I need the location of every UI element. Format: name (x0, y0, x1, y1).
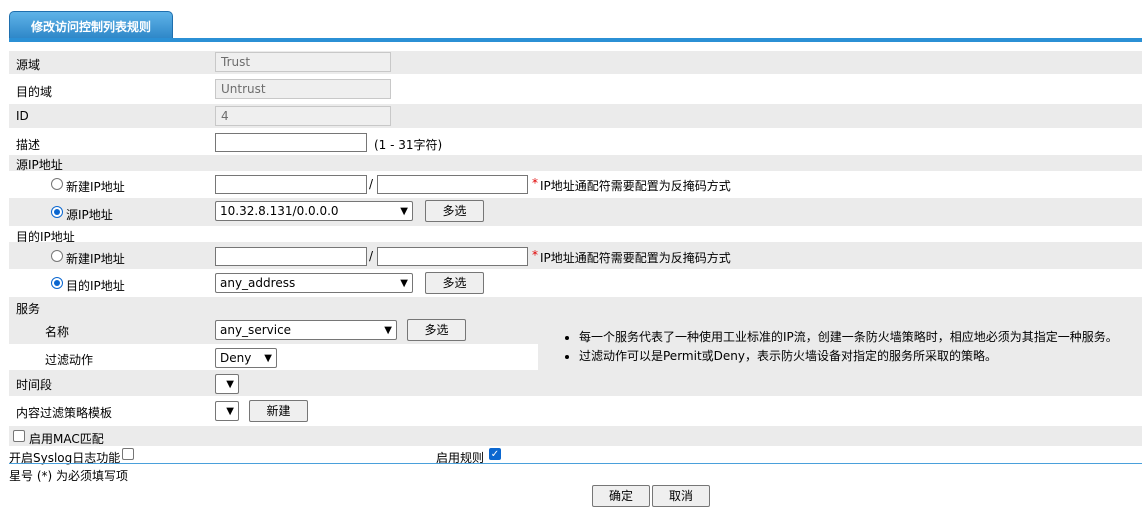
dst-ip-slash: / (369, 249, 374, 263)
dst-ip-existing-radio[interactable] (51, 277, 63, 289)
chevron-down-icon: ▼ (400, 206, 408, 217)
required-note: 星号 (*) 为必须填写项 (9, 469, 128, 483)
ok-button[interactable]: 确定 (592, 485, 650, 507)
desc-label: 描述 (16, 138, 41, 152)
src-zone-label: 源域 (16, 58, 41, 72)
chevron-down-icon: ▼ (226, 379, 234, 390)
dst-zone-field: Untrust (215, 79, 391, 99)
src-ip-address-input[interactable] (215, 175, 367, 194)
dst-ip-existing-label: 目的IP地址 (66, 279, 125, 293)
page-tab[interactable]: 修改访问控制列表规则 (9, 11, 173, 40)
tab-underline (9, 38, 1142, 42)
id-row: ID (9, 104, 1142, 128)
time-range-label: 时间段 (16, 378, 53, 392)
id-field: 4 (215, 106, 391, 126)
filter-action-label: 过滤动作 (45, 353, 94, 367)
src-ip-wildcard-input[interactable] (377, 175, 528, 194)
content-filter-new-button[interactable]: 新建 (249, 400, 308, 422)
dst-ip-wildcard-input[interactable] (377, 247, 528, 266)
src-ip-multi-button[interactable]: 多选 (425, 200, 484, 222)
chevron-down-icon: ▼ (400, 278, 408, 289)
cancel-button[interactable]: 取消 (652, 485, 710, 507)
mac-match-label: 启用MAC匹配 (29, 432, 104, 446)
time-range-row: 时间段 (9, 370, 1142, 396)
dst-ip-section-row: 目的IP地址 (9, 226, 1142, 244)
dst-ip-new-label: 新建IP地址 (66, 252, 125, 266)
src-ip-existing-radio[interactable] (51, 206, 63, 218)
id-label: ID (16, 109, 29, 123)
src-ip-slash: / (369, 177, 374, 191)
service-multi-button[interactable]: 多选 (407, 319, 466, 341)
dst-zone-label: 目的域 (16, 85, 53, 99)
service-name-select[interactable]: any_service ▼ (215, 320, 397, 340)
dst-zone-row: 目的域 (9, 78, 1142, 101)
desc-row: 描述 (9, 131, 1142, 155)
chevron-down-icon: ▼ (264, 353, 272, 364)
dst-ip-address-input[interactable] (215, 247, 367, 266)
src-ip-section-row: 源IP地址 (9, 155, 1142, 172)
filter-action-selected: Deny (220, 351, 252, 365)
src-ip-existing-label: 源IP地址 (66, 208, 113, 222)
src-zone-row: 源域 (9, 51, 1142, 74)
filter-action-select[interactable]: Deny ▼ (215, 348, 277, 368)
src-ip-select[interactable]: 10.32.8.131/0.0.0.0 ▼ (215, 201, 413, 221)
service-section-row: 服务 (9, 297, 1142, 317)
mac-match-row (9, 426, 1142, 446)
dst-ip-note: IP地址通配符需要配置为反掩码方式 (540, 251, 731, 265)
dst-ip-existing-row (9, 269, 1142, 297)
content-filter-select[interactable]: ▼ (215, 401, 239, 421)
src-ip-existing-row (9, 198, 1142, 226)
footer-divider (9, 463, 1142, 464)
service-name-label: 名称 (45, 325, 70, 339)
content-filter-row: 内容过滤策略模板 (9, 396, 1142, 426)
desc-input[interactable] (215, 133, 367, 152)
service-tips-list: 每一个服务代表了一种使用工业标准的IP流，创建一条防火墙策略时，相应地必须为其指… (563, 328, 1118, 366)
src-ip-required-mark: * (532, 176, 538, 190)
service-section-title: 服务 (16, 302, 41, 316)
chevron-down-icon: ▼ (226, 406, 234, 417)
dst-ip-multi-button[interactable]: 多选 (425, 272, 484, 294)
service-name-selected: any_service (220, 323, 292, 337)
enable-rule-checkbox[interactable]: ✓ (489, 448, 501, 460)
desc-hint: (1 - 31字符) (374, 138, 443, 152)
dst-ip-selected: any_address (220, 276, 296, 290)
src-ip-selected: 10.32.8.131/0.0.0.0 (220, 204, 339, 218)
dst-ip-new-radio[interactable] (51, 250, 63, 262)
src-ip-new-radio[interactable] (51, 178, 63, 190)
service-tip-1: 每一个服务代表了一种使用工业标准的IP流，创建一条防火墙策略时，相应地必须为其指… (579, 328, 1118, 345)
src-zone-field: Trust (215, 52, 391, 72)
dst-ip-required-mark: * (532, 248, 538, 262)
chevron-down-icon: ▼ (384, 325, 392, 336)
syslog-checkbox[interactable] (122, 448, 134, 460)
mac-match-checkbox[interactable] (13, 430, 25, 442)
time-range-select[interactable]: ▼ (215, 374, 239, 394)
src-ip-note: IP地址通配符需要配置为反掩码方式 (540, 179, 731, 193)
service-tip-2: 过滤动作可以是Permit或Deny，表示防火墙设备对指定的服务所采取的策略。 (579, 347, 1118, 364)
src-ip-new-label: 新建IP地址 (66, 180, 125, 194)
dst-ip-select[interactable]: any_address ▼ (215, 273, 413, 293)
content-filter-label: 内容过滤策略模板 (16, 406, 113, 420)
